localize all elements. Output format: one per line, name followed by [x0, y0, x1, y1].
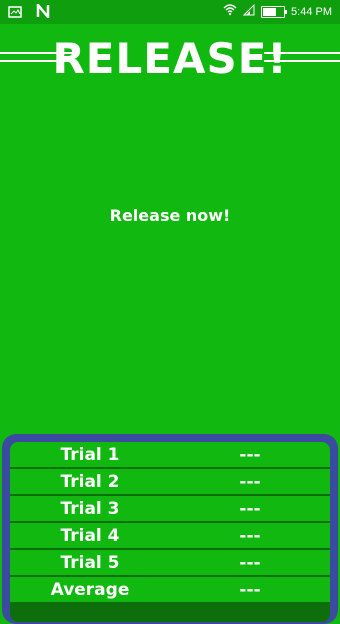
row-value: ---: [239, 498, 261, 519]
row-label: Trial 2: [60, 471, 120, 492]
results-table: Trial 1 --- Trial 2 --- Trial 3 --- Tria…: [10, 442, 330, 622]
n-notification-icon: [36, 1, 50, 23]
release-message: Release now!: [109, 206, 231, 225]
row-value: ---: [239, 552, 261, 573]
status-bar: 5:44 PM: [0, 0, 340, 24]
results-panel: Trial 1 --- Trial 2 --- Trial 3 --- Tria…: [2, 434, 338, 624]
clock: 5:44 PM: [291, 5, 332, 18]
result-row-trial-2: Trial 2 ---: [10, 469, 330, 494]
row-value: ---: [239, 579, 261, 600]
result-row-trial-3: Trial 3 ---: [10, 496, 330, 521]
battery-icon: [261, 5, 288, 18]
signal-icon: [242, 3, 255, 19]
row-label: Average: [50, 579, 130, 600]
row-label: Trial 5: [60, 552, 120, 573]
row-value: ---: [239, 471, 261, 492]
result-row-trial-4: Trial 4 ---: [10, 523, 330, 548]
wifi-icon: [223, 4, 237, 19]
row-label: Trial 3: [60, 498, 120, 519]
result-row-trial-5: Trial 5 ---: [10, 550, 330, 575]
header: RELEASE!: [0, 32, 340, 90]
row-label: Trial 4: [60, 525, 120, 546]
row-value: ---: [239, 525, 261, 546]
row-value: ---: [239, 444, 261, 465]
result-row-average: Average ---: [10, 577, 330, 602]
result-row-trial-1: Trial 1 ---: [10, 442, 330, 467]
gallery-icon: [8, 5, 22, 23]
row-label: Trial 1: [60, 444, 120, 465]
page-title: RELEASE!: [52, 34, 288, 83]
